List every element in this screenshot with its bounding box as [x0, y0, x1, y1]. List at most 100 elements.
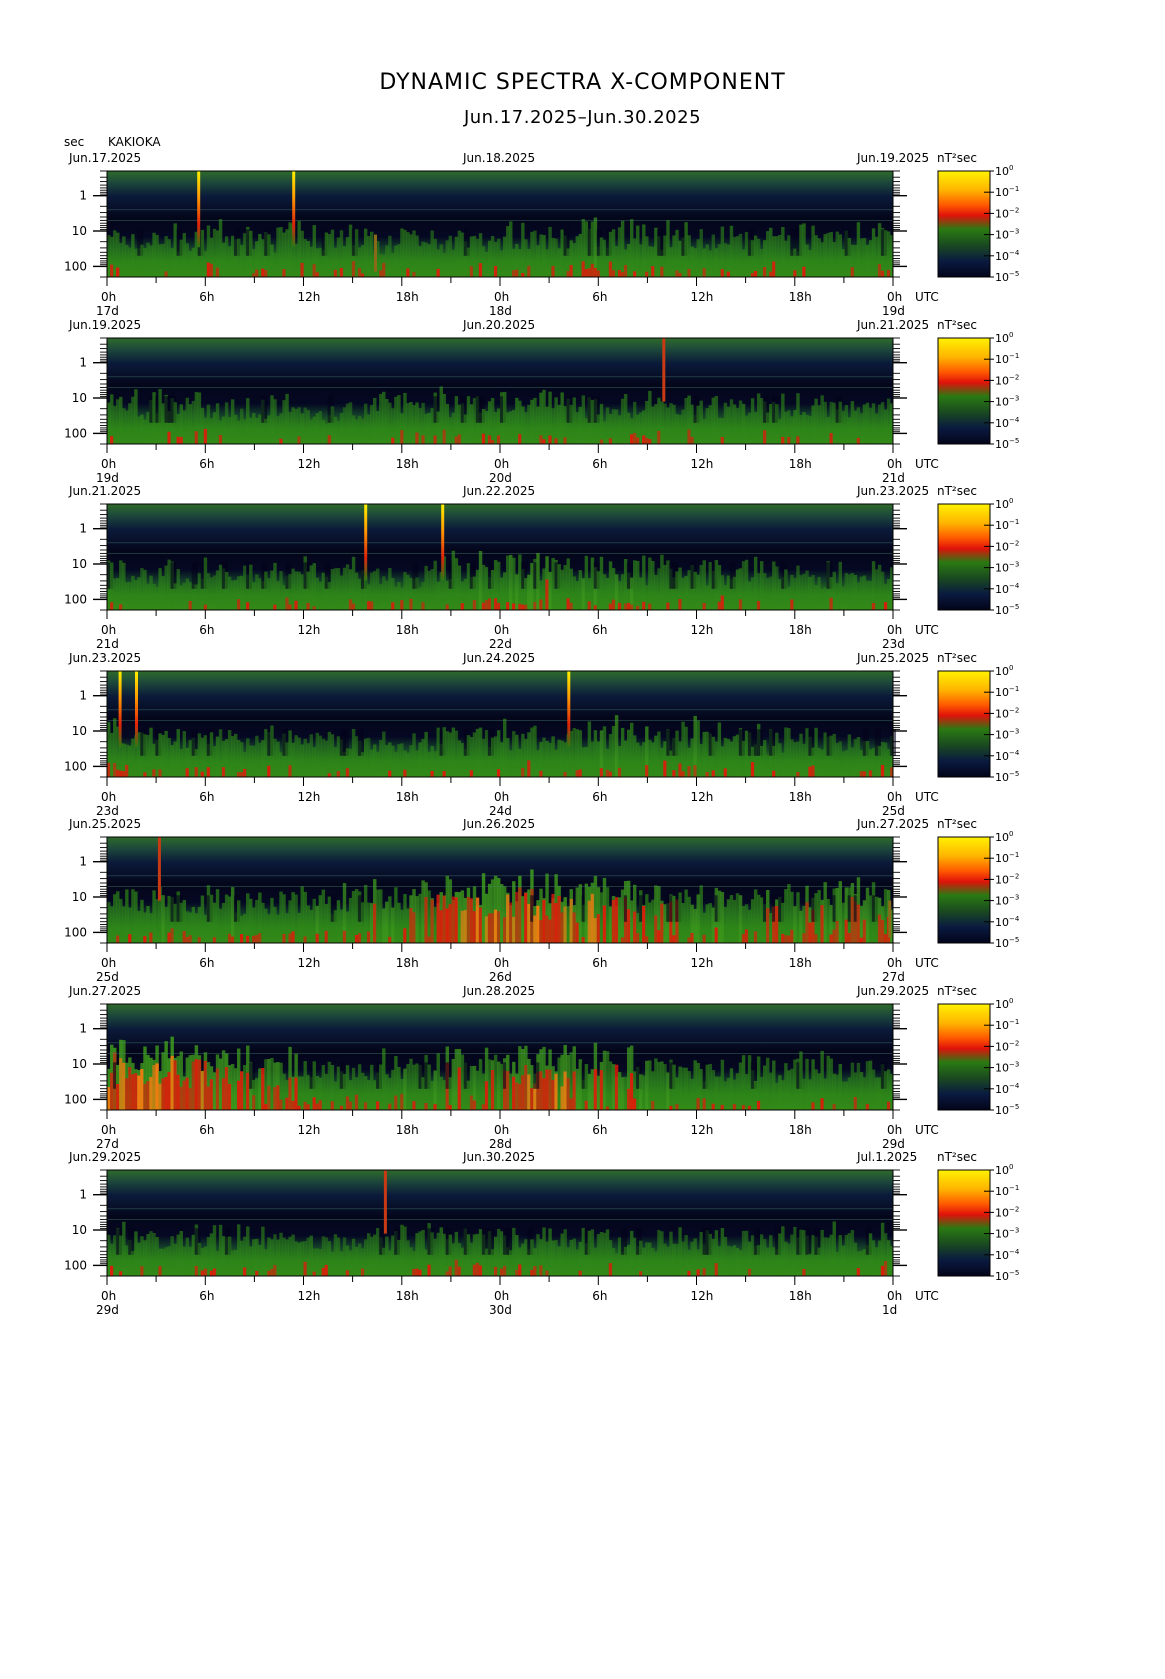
activity-column	[823, 234, 827, 277]
activity-column	[324, 423, 329, 444]
power-burst	[814, 934, 818, 943]
activity-column	[300, 1241, 304, 1276]
activity-column	[291, 742, 295, 777]
power-burst	[856, 904, 861, 943]
colorbar-tick-label: 10−3	[995, 1227, 1019, 1241]
activity-column	[593, 1247, 598, 1276]
x-tick-label: 0h	[887, 457, 902, 471]
power-burst	[128, 1067, 132, 1110]
activity-column	[370, 1064, 374, 1110]
power-burst	[687, 766, 691, 777]
x-tick-label: 18h	[789, 790, 812, 804]
activity-column	[197, 733, 202, 777]
activity-column	[321, 419, 326, 444]
activity-column	[838, 881, 842, 943]
activity-column	[418, 408, 422, 444]
power-burst	[149, 1076, 153, 1110]
activity-column	[548, 1228, 552, 1276]
power-burst	[702, 1098, 706, 1110]
power-burst	[669, 1105, 673, 1110]
power-burst	[527, 265, 531, 277]
activity-column	[303, 891, 307, 943]
spectrogram-panel: Jun.21.2025 Jun.22.2025 Jun.23.2025 nT²sec 1…	[0, 484, 1165, 664]
activity-column	[185, 397, 190, 444]
activity-column	[164, 565, 168, 610]
activity-column	[784, 1063, 788, 1110]
activity-column	[874, 896, 879, 943]
power-burst	[496, 911, 501, 943]
activity-column	[188, 740, 193, 777]
activity-column	[781, 1226, 785, 1276]
power-burst	[503, 1265, 507, 1276]
activity-column	[276, 1239, 280, 1276]
power-burst	[179, 437, 183, 444]
activity-column	[557, 739, 561, 777]
x-tick-label: 6h	[199, 290, 214, 304]
activity-column	[466, 1234, 471, 1276]
power-burst	[496, 602, 501, 610]
activity-column	[282, 400, 286, 444]
activity-column	[799, 414, 803, 444]
activity-column	[651, 742, 655, 777]
activity-column	[243, 913, 247, 943]
activity-column	[705, 731, 709, 777]
x-tick-label: 12h	[298, 1123, 321, 1137]
activity-column	[536, 406, 540, 444]
spectrogram-panel: Jun.29.2025 Jun.30.2025 Jul.1.2025 nT²sec 1 1…	[0, 1150, 1165, 1330]
activity-column	[720, 891, 725, 943]
activity-column	[490, 398, 495, 444]
activity-column	[279, 752, 283, 777]
power-burst	[720, 436, 725, 444]
power-burst	[660, 266, 664, 277]
activity-column	[264, 1249, 268, 1276]
power-burst	[850, 896, 855, 943]
chart-subtitle: Jun.17.2025–Jun.30.2025	[463, 107, 702, 128]
power-burst	[185, 768, 190, 777]
activity-column	[732, 736, 737, 777]
activity-column	[460, 742, 465, 777]
power-burst	[633, 1098, 637, 1110]
activity-column	[215, 736, 220, 777]
activity-column	[391, 907, 395, 943]
activity-column	[696, 720, 700, 777]
activity-column	[218, 564, 223, 610]
activity-column	[835, 1074, 839, 1110]
activity-column	[799, 1229, 803, 1276]
activity-column	[602, 1050, 607, 1110]
activity-column	[620, 398, 625, 444]
activity-column	[466, 247, 471, 277]
power-burst	[753, 270, 758, 277]
activity-column	[424, 242, 428, 277]
activity-column	[336, 1237, 341, 1276]
activity-column	[781, 226, 785, 277]
activity-column	[388, 896, 392, 943]
activity-column	[735, 407, 740, 444]
power-burst	[802, 1268, 806, 1276]
activity-column	[342, 246, 347, 277]
activity-column	[871, 403, 876, 444]
power-burst	[702, 268, 706, 277]
power-burst	[391, 602, 395, 610]
day-label: 22d	[489, 637, 512, 651]
activity-column	[678, 892, 682, 943]
power-burst	[569, 602, 573, 610]
colorbar-tick-label: 10−5	[995, 1103, 1019, 1117]
activity-column	[572, 397, 576, 444]
power-burst	[572, 912, 576, 943]
activity-column	[551, 557, 555, 610]
power-burst	[442, 895, 446, 943]
activity-column	[233, 733, 238, 777]
power-burst	[554, 903, 558, 943]
activity-column	[185, 243, 190, 277]
activity-column	[796, 565, 800, 610]
y-tick-label: 10	[72, 1223, 87, 1237]
power-burst	[291, 931, 295, 943]
activity-column	[838, 1235, 842, 1276]
activity-column	[506, 412, 510, 444]
activity-column	[551, 1240, 555, 1276]
activity-column	[672, 1064, 676, 1110]
activity-column	[457, 892, 462, 943]
activity-column	[146, 1233, 150, 1276]
power-burst	[122, 771, 126, 777]
colorbar-tick-label: 10−4	[995, 1082, 1020, 1096]
